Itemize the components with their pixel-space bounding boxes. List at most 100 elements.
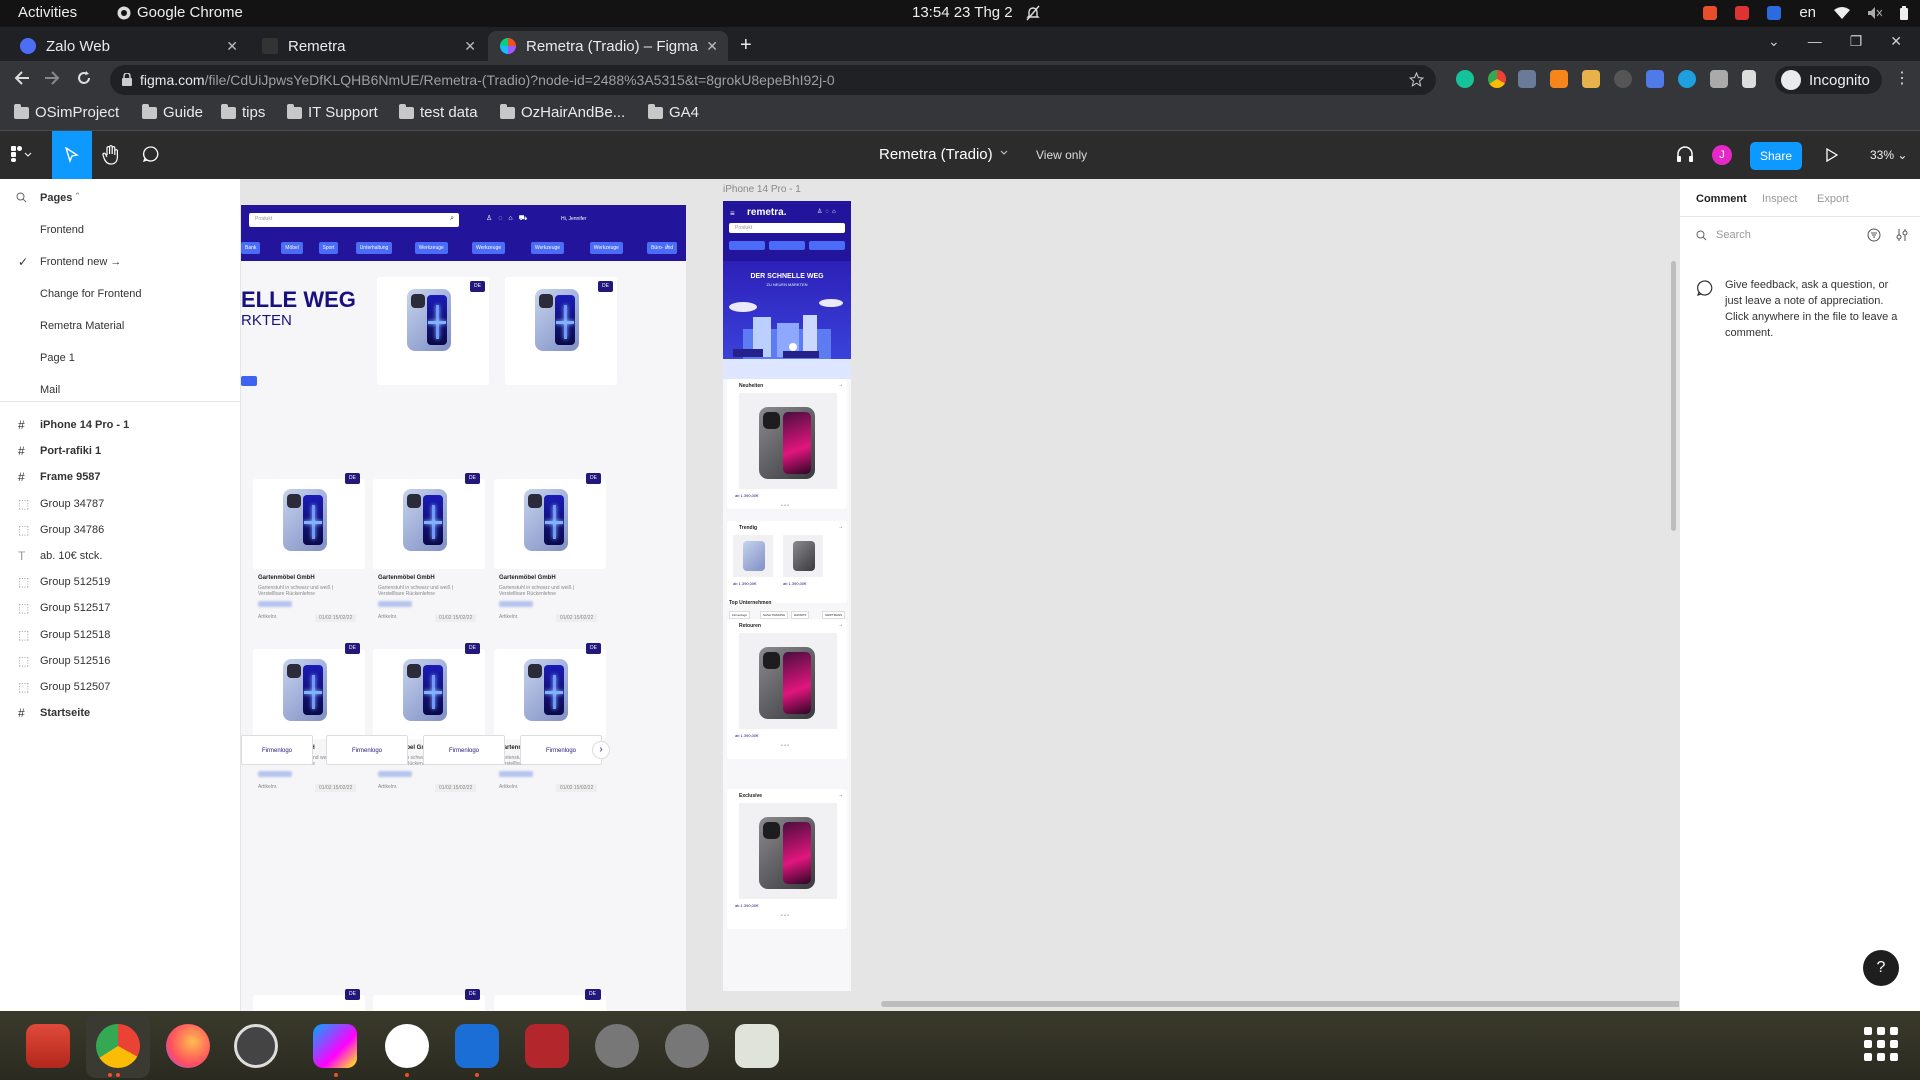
- bookmark-guide[interactable]: Guide: [142, 103, 203, 121]
- activities-button[interactable]: Activities: [18, 4, 77, 21]
- layer-item[interactable]: ⬚ Group 512507: [0, 675, 240, 699]
- layer-item[interactable]: ⬚ Group 512518: [0, 623, 240, 647]
- help-button[interactable]: ?: [1863, 950, 1899, 986]
- page-item[interactable]: Remetra Material: [0, 314, 240, 338]
- react-devtools-icon[interactable]: [1678, 70, 1696, 88]
- company-logo[interactable]: Firmenlogo: [520, 735, 602, 765]
- page-item[interactable]: Page 1: [0, 346, 240, 370]
- system-tray[interactable]: en: [1703, 4, 1908, 21]
- side-panel-icon[interactable]: [1742, 70, 1756, 88]
- move-tool-button[interactable]: [52, 131, 92, 179]
- software-updater-icon[interactable]: [234, 1024, 278, 1068]
- horizontal-scrollbar[interactable]: [881, 1001, 1679, 1007]
- bookmark-ga4[interactable]: GA4: [648, 103, 699, 121]
- page-item[interactable]: Frontend: [0, 218, 240, 242]
- company-chip[interactable]: SASA TRADING: [760, 611, 789, 619]
- language-indicator[interactable]: en: [1799, 4, 1816, 21]
- category-chip[interactable]: Werkzeuge: [589, 242, 623, 254]
- firefox-icon[interactable]: [166, 1024, 210, 1068]
- chevron-down-icon[interactable]: [1000, 150, 1008, 156]
- vpn-client-icon[interactable]: [455, 1024, 499, 1068]
- metamask-icon[interactable]: [1550, 70, 1568, 88]
- app-placeholder-icon[interactable]: [595, 1024, 639, 1068]
- close-tab-icon[interactable]: ✕: [464, 38, 476, 55]
- privacy-badger-icon[interactable]: [1518, 70, 1536, 88]
- bookmark-ozhair[interactable]: OzHairAndBe...: [500, 103, 625, 121]
- webstorm-icon[interactable]: [313, 1024, 357, 1068]
- present-play-icon[interactable]: [1826, 148, 1838, 162]
- company-logo[interactable]: Firmenlogo: [423, 735, 505, 765]
- search-layers-icon[interactable]: [16, 192, 27, 203]
- frame-label[interactable]: iPhone 14 Pro - 1: [723, 184, 801, 195]
- files-icon[interactable]: [26, 1024, 70, 1068]
- product-card[interactable]: [373, 649, 485, 739]
- avatar[interactable]: J: [1712, 145, 1732, 165]
- filezilla-icon[interactable]: [525, 1024, 569, 1068]
- mobile-section[interactable]: Trendig → ab 1.390,00€ ab 1.390,00€: [727, 521, 847, 603]
- restore-icon[interactable]: ❐: [1850, 33, 1863, 50]
- mobile-category-chip[interactable]: [729, 241, 765, 250]
- comment-tool-icon[interactable]: [142, 145, 160, 163]
- minimize-icon[interactable]: —: [1808, 33, 1822, 50]
- app-placeholder-icon[interactable]: [665, 1024, 709, 1068]
- chrome-icon[interactable]: [96, 1024, 140, 1068]
- new-tab-icon[interactable]: +: [740, 34, 752, 57]
- category-chip[interactable]: Büro- und: [647, 242, 678, 254]
- hand-tool-icon[interactable]: [102, 145, 120, 165]
- back-icon[interactable]: [14, 70, 30, 86]
- figma-main-menu-icon[interactable]: [10, 145, 32, 163]
- tab-remetra[interactable]: Remetra ✕: [250, 31, 486, 61]
- page-item-selected[interactable]: ✓ Frontend new →: [0, 250, 240, 274]
- category-chip[interactable]: Unterhaltung: [355, 242, 393, 254]
- pages-heading[interactable]: Pages ˆ: [40, 192, 79, 204]
- product-card[interactable]: [373, 479, 485, 569]
- close-window-icon[interactable]: ✕: [1890, 33, 1902, 50]
- layer-item[interactable]: # Frame 9587: [0, 465, 240, 489]
- company-chip[interactable]: SHIPTRANS: [822, 611, 846, 619]
- product-card[interactable]: [253, 479, 365, 569]
- close-tab-icon[interactable]: ✕: [706, 38, 718, 55]
- category-chip[interactable]: Werkzeuge: [471, 242, 506, 254]
- layer-item[interactable]: # iPhone 14 Pro - 1: [0, 413, 240, 437]
- tab-figma[interactable]: Remetra (Tradio) – Figma ✕: [488, 31, 728, 61]
- layer-item[interactable]: ⬚ Group 512519: [0, 570, 240, 594]
- incognito-indicator[interactable]: Incognito: [1775, 66, 1882, 94]
- bookmark-osimproject[interactable]: OSimProject: [14, 103, 119, 121]
- app-menu[interactable]: Google Chrome: [117, 4, 243, 21]
- category-chip[interactable]: Werkzeuge: [530, 242, 565, 254]
- iphone-frame[interactable]: ≡ remetra. ♙◌⌂ Produkt DER SCHNELLE WEG …: [723, 201, 851, 991]
- mobile-section[interactable]: Retouren → ab 1.390,00€ • • •: [727, 619, 847, 759]
- tab-zalo[interactable]: Zalo Web ✕: [8, 31, 248, 61]
- close-tab-icon[interactable]: ✕: [226, 38, 238, 55]
- product-card[interactable]: [505, 277, 617, 385]
- address-bar[interactable]: figma.com/file/CdUiJpwsYeDfKLQHB6NmUE/Re…: [110, 65, 1436, 95]
- layer-item[interactable]: ⬚ Group 512517: [0, 596, 240, 620]
- mongodb-compass-icon[interactable]: [385, 1024, 429, 1068]
- layer-item[interactable]: ⬚ Group 512516: [0, 649, 240, 673]
- page-item[interactable]: Change for Frontend: [0, 282, 240, 306]
- show-applications-icon[interactable]: [1864, 1027, 1898, 1061]
- tab-inspect[interactable]: Inspect: [1762, 193, 1797, 205]
- loading-extension-icon[interactable]: [1614, 70, 1632, 88]
- category-chip[interactable]: Sport: [318, 242, 339, 254]
- layer-item[interactable]: # Startseite: [0, 701, 240, 725]
- product-card[interactable]: [494, 479, 606, 569]
- vertical-scrollbar[interactable]: [1671, 261, 1676, 531]
- forward-icon[interactable]: [44, 70, 60, 86]
- company-logo[interactable]: Firmenlogo: [241, 735, 313, 765]
- bookmark-it-support[interactable]: IT Support: [287, 103, 378, 121]
- file-title[interactable]: Remetra (Tradio): [879, 146, 993, 163]
- audio-headphones-icon[interactable]: [1676, 145, 1694, 163]
- bookmark-tips[interactable]: tips: [221, 103, 265, 121]
- category-chip[interactable]: Bank: [241, 242, 261, 254]
- pen-extension-icon[interactable]: [1582, 70, 1600, 88]
- extensions-puzzle-icon[interactable]: [1710, 70, 1728, 88]
- product-card[interactable]: [377, 277, 489, 385]
- company-logo[interactable]: Firmenlogo: [326, 735, 408, 765]
- layer-item[interactable]: ⬚ Group 34787: [0, 492, 240, 516]
- product-card[interactable]: [253, 649, 365, 739]
- layer-item[interactable]: Tab. 10€ stck.: [0, 544, 240, 568]
- grammarly-icon[interactable]: [1456, 70, 1474, 88]
- bookmark-star-icon[interactable]: [1409, 72, 1424, 87]
- clock[interactable]: 13:54 23 Thg 2: [912, 4, 1013, 21]
